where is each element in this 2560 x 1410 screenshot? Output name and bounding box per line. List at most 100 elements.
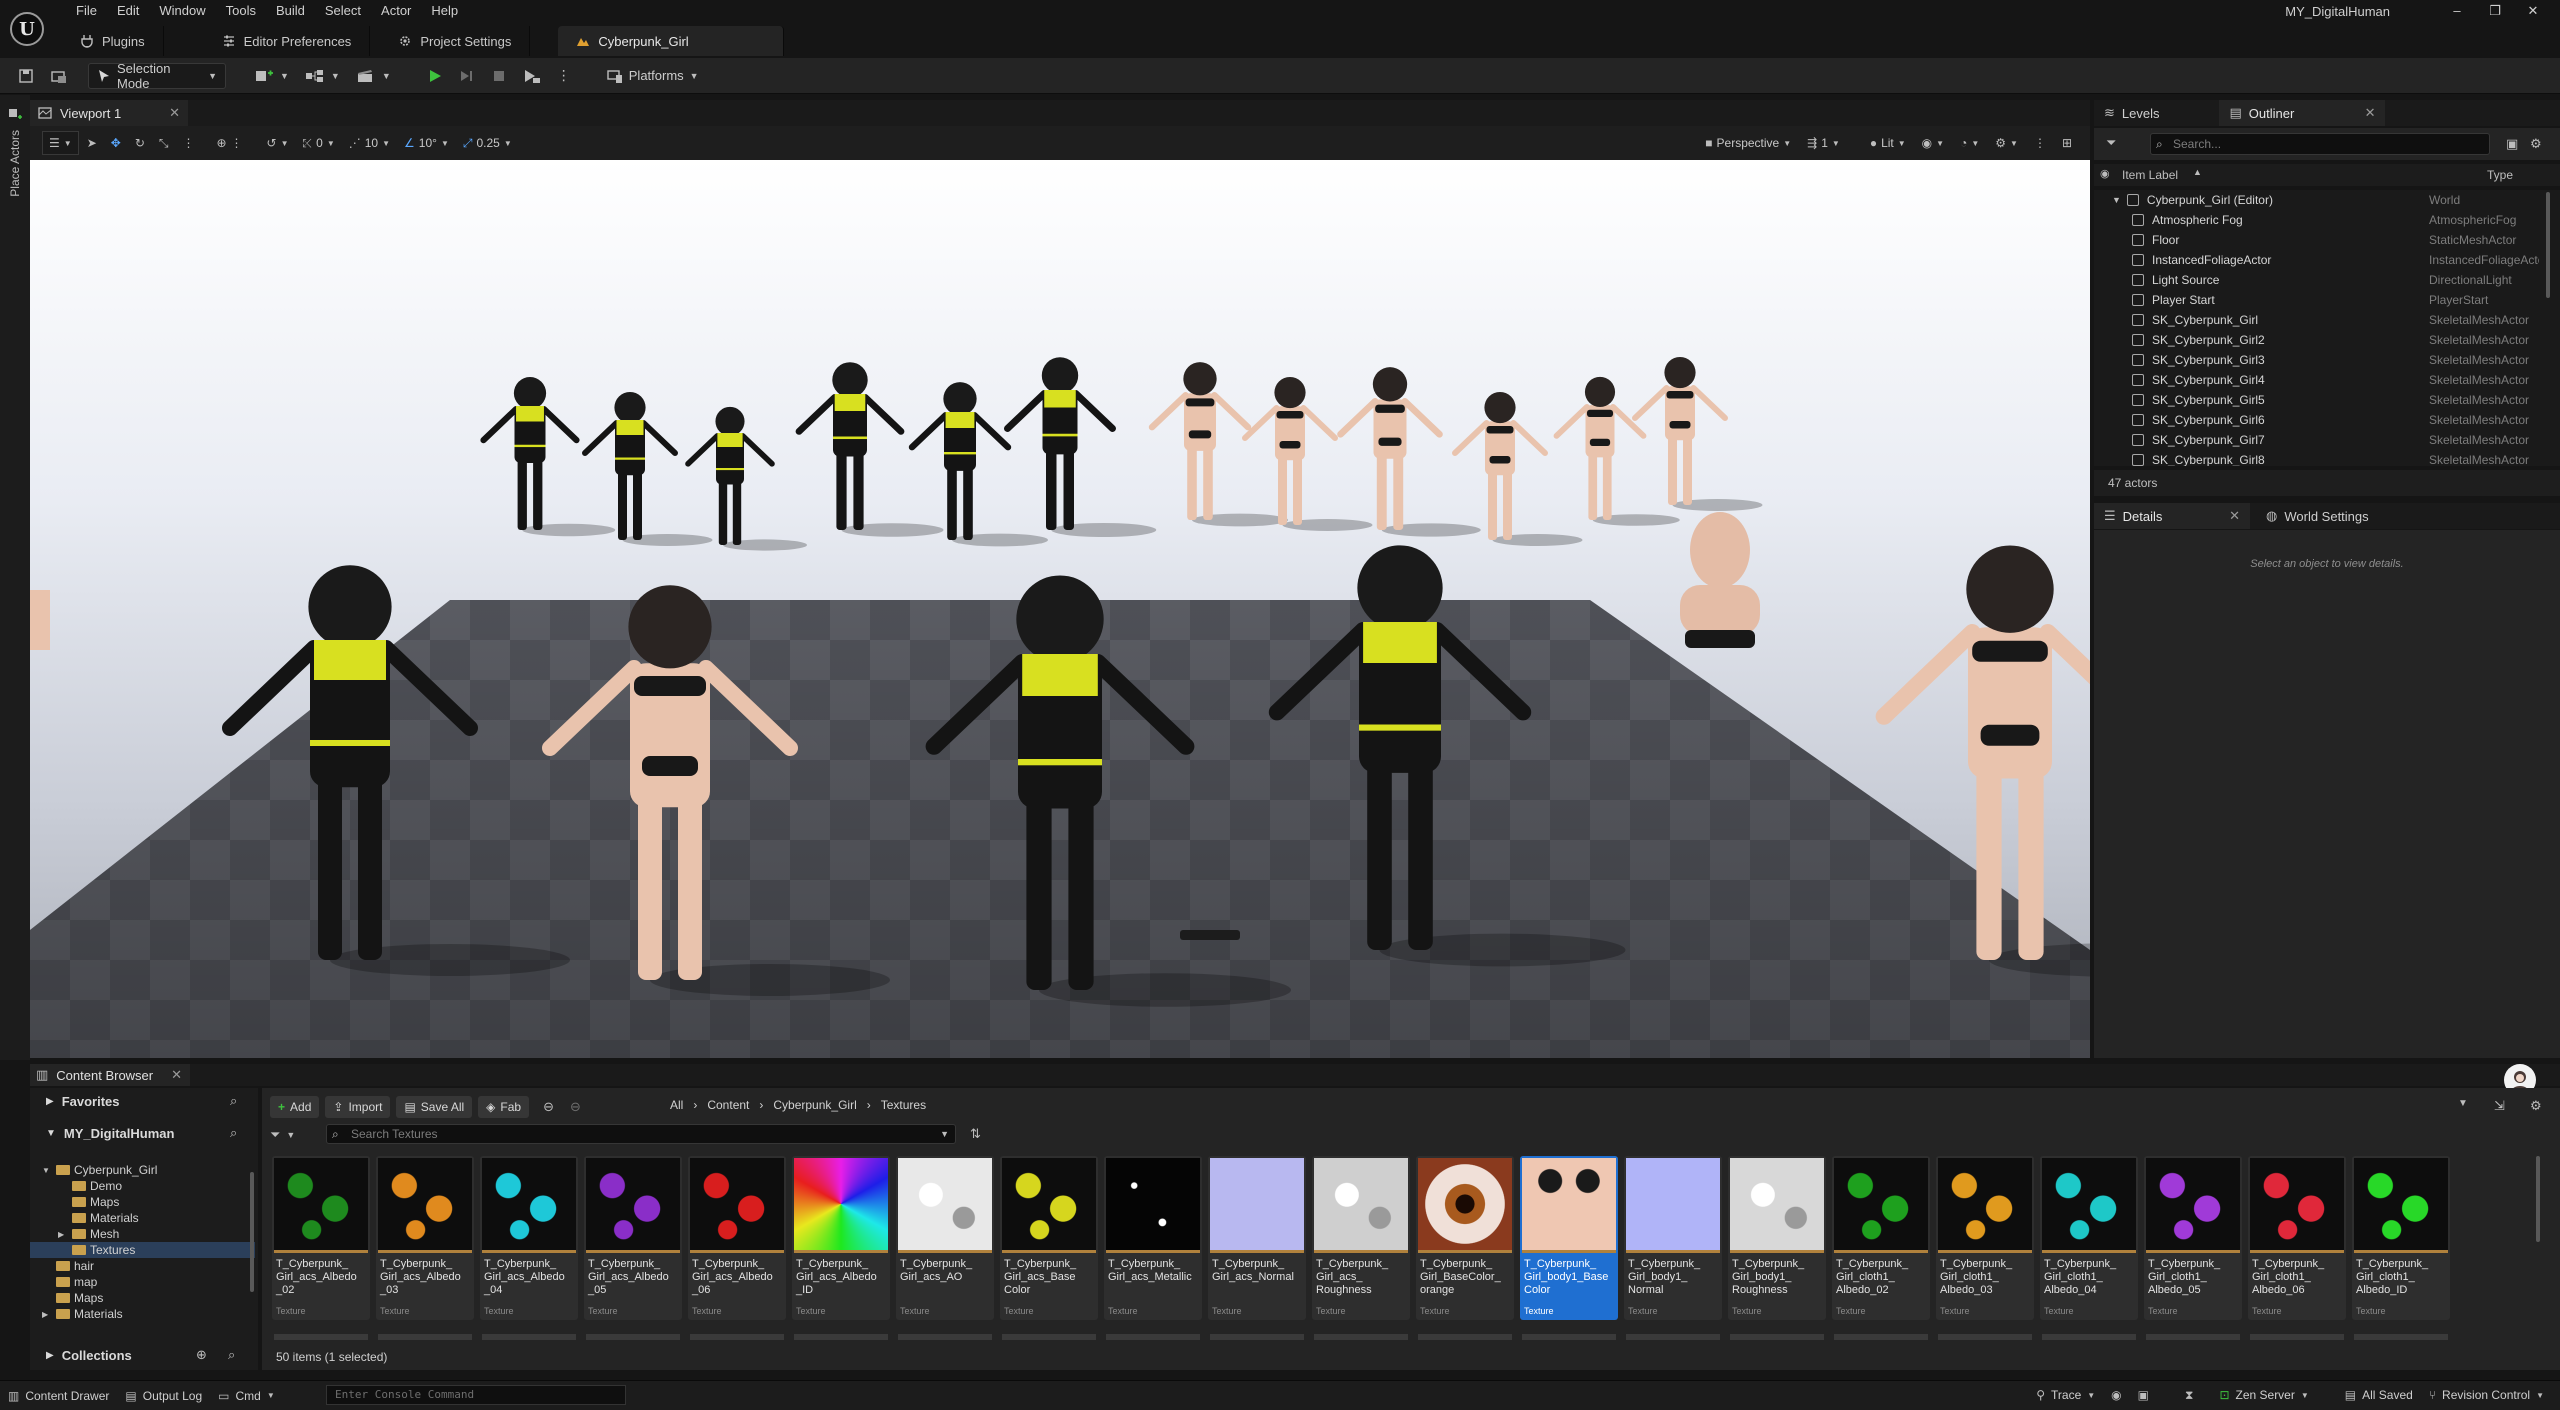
surface-snap-button[interactable]: ↺ ▼ — [261, 131, 295, 155]
chevron-down-icon[interactable]: ▼ — [2458, 1098, 2468, 1109]
revision-control-dropdown[interactable]: ⑂ Revision Control ▼ — [2421, 1380, 2552, 1410]
zen-server-dropdown[interactable]: ⊡ Zen Server ▼ — [2211, 1380, 2316, 1410]
folder-tree-item[interactable]: Demo — [30, 1178, 255, 1194]
close-window-button[interactable]: ✕ — [2514, 0, 2552, 22]
filter-icon[interactable]: ⏷ — [270, 1127, 280, 1143]
stop-button[interactable] — [483, 63, 515, 89]
character-body[interactable] — [1553, 376, 1680, 526]
outliner-row[interactable]: Player Start PlayerStart — [2094, 290, 2540, 310]
eject-button[interactable] — [515, 63, 549, 89]
search-icon[interactable]: ⌕ — [228, 1347, 235, 1363]
output-log-button[interactable]: ▤ Output Log — [117, 1381, 210, 1410]
play-button[interactable] — [419, 63, 451, 89]
outliner-scrollbar[interactable] — [2546, 192, 2550, 298]
add-collection-icon[interactable]: ⊕ — [196, 1347, 207, 1363]
content-drawer-button[interactable]: ▥ Content Drawer — [0, 1381, 117, 1410]
viewport-more-button[interactable]: ⋮ — [2028, 131, 2052, 155]
outliner-row[interactable]: Atmospheric Fog AtmosphericFog — [2094, 210, 2540, 230]
asset-tile[interactable]: T_Cyberpunk_ Girl_cloth1_ Albedo_05 Textu… — [2144, 1156, 2242, 1320]
asset-tile[interactable]: T_Cyberpunk_ Girl_BaseColor_ orange Textu… — [1416, 1156, 1514, 1320]
sort-icon[interactable]: ⇅ — [970, 1126, 981, 1142]
selection-mode-dropdown[interactable]: Selection Mode ▼ — [88, 61, 226, 91]
select-tool-button[interactable]: ➤ — [81, 131, 103, 155]
asset-tile[interactable]: T_Cyberpunk_ Girl_body1_Base Color Textur… — [1520, 1156, 1618, 1320]
viewport-tab[interactable]: Viewport 1 ✕ — [30, 100, 188, 126]
asset-tile[interactable]: T_Cyberpunk_ Girl_acs_AO Texture — [896, 1156, 994, 1320]
col-item-label[interactable]: Item Label — [2122, 168, 2178, 182]
character-suited[interactable] — [685, 406, 807, 551]
asset-tile[interactable]: T_Cyberpunk_ Girl_cloth1_ Albedo_ID Textu… — [2352, 1156, 2450, 1320]
level-viewport[interactable] — [30, 160, 2090, 1058]
chevron-right-icon[interactable]: ▶ — [58, 1230, 68, 1239]
asset-tile[interactable]: T_Cyberpunk_ Girl_acs_Metallic Texture — [1104, 1156, 1202, 1320]
outliner-row[interactable]: SK_Cyberpunk_Girl2 SkeletalMeshActor — [2094, 330, 2540, 350]
settings-dropdown[interactable]: ⚙ ▼ — [1989, 131, 2024, 155]
cmd-dropdown[interactable]: ▭ Cmd ▼ — [210, 1381, 283, 1410]
outliner-row[interactable]: ▼ Cyberpunk_Girl (Editor) World — [2094, 190, 2540, 210]
asset-tile[interactable]: T_Cyberpunk_ Girl_acs_Albedo _ID Texture — [792, 1156, 890, 1320]
outliner-row[interactable]: SK_Cyberpunk_Girl SkeletalMeshActor — [2094, 310, 2540, 330]
menu-edit[interactable]: Edit — [107, 0, 149, 22]
translate-tool-button[interactable]: ✥ — [105, 131, 127, 155]
asset-search-input[interactable]: ⌕ Search Textures ▼ — [326, 1124, 956, 1144]
asset-tile[interactable]: T_Cyberpunk_ Girl_cloth1_ Albedo_02 Textu… — [1832, 1156, 1930, 1320]
menu-tools[interactable]: Tools — [216, 0, 266, 22]
save-all-button[interactable]: ▤ Save All — [396, 1096, 473, 1118]
menu-actor[interactable]: Actor — [371, 0, 421, 22]
outliner-row[interactable]: SK_Cyberpunk_Girl7 SkeletalMeshActor — [2094, 430, 2540, 450]
tool-options-button[interactable]: ⋮ — [176, 131, 200, 155]
menu-window[interactable]: Window — [149, 0, 215, 22]
gear-icon[interactable]: ⚙ — [2530, 136, 2542, 152]
asset-tile[interactable]: T_Cyberpunk_ Girl_acs_Albedo _05 Texture — [584, 1156, 682, 1320]
history-forward-icon[interactable]: ⊖ — [570, 1099, 581, 1115]
project-section[interactable]: ▼ MY_DigitalHuman — [30, 1120, 258, 1146]
unreal-logo-icon[interactable]: U — [10, 12, 44, 46]
character-body[interactable] — [1148, 362, 1288, 527]
folder-tree-item[interactable]: Materials — [30, 1210, 255, 1226]
folder-tree-item[interactable]: map — [30, 1274, 255, 1290]
close-icon[interactable]: ✕ — [171, 1067, 182, 1083]
collections-section[interactable]: ▶ Collections — [30, 1342, 258, 1368]
outliner-row[interactable]: SK_Cyberpunk_Girl4 SkeletalMeshActor — [2094, 370, 2540, 390]
chevron-right-icon[interactable]: ▶ — [42, 1310, 52, 1319]
rotate-tool-button[interactable]: ↻ — [129, 131, 151, 155]
outliner-row[interactable]: Light Source DirectionalLight — [2094, 270, 2540, 290]
character-suited[interactable] — [795, 362, 944, 537]
favorites-section[interactable]: ▶ Favorites — [30, 1088, 258, 1114]
menu-build[interactable]: Build — [266, 0, 315, 22]
save-button[interactable] — [10, 63, 42, 89]
view-mode-dropdown[interactable]: ● Lit ▼ — [1864, 131, 1912, 155]
add-actor-button[interactable]: ▼ — [246, 63, 297, 89]
outliner-row[interactable]: SK_Cyberpunk_Girl8 SkeletalMeshActor — [2094, 450, 2540, 466]
perspective-dropdown[interactable]: ■ Perspective ▼ — [1699, 131, 1797, 155]
search-icon[interactable]: ⌕ — [230, 1125, 237, 1141]
col-type[interactable]: Type — [2487, 168, 2513, 182]
menu-select[interactable]: Select — [315, 0, 371, 22]
breadcrumb-textures[interactable]: Textures — [881, 1098, 926, 1112]
menu-help[interactable]: Help — [421, 0, 468, 22]
dock-icon[interactable]: ⇲ — [2494, 1098, 2505, 1114]
asset-tile[interactable]: T_Cyberpunk_ Girl_acs_Albedo _03 Texture — [376, 1156, 474, 1320]
close-icon[interactable]: ✕ — [2365, 105, 2376, 121]
character-partial[interactable] — [30, 590, 50, 650]
outliner-row[interactable]: InstancedFoliageActor InstancedFoliageAct… — [2094, 250, 2540, 270]
camera-speed-dropdown[interactable]: ⇶ 1 ▼ — [1801, 131, 1846, 155]
layout-button[interactable]: ⊞ — [2056, 131, 2078, 155]
snap-toggle-button[interactable]: ⤪ 0 ▼ — [297, 131, 341, 155]
trace-dropdown[interactable]: ⚲ Trace ▼ — [2028, 1380, 2103, 1410]
outliner-row[interactable]: SK_Cyberpunk_Girl5 SkeletalMeshActor — [2094, 390, 2540, 410]
tab-project-settings[interactable]: Project Settings — [380, 26, 531, 56]
cinematics-button[interactable]: ▼ — [348, 63, 399, 89]
asset-tile[interactable]: T_Cyberpunk_ Girl_acs_Normal Texture — [1208, 1156, 1306, 1320]
scale-snap-button[interactable]: ⤢ 0.25 ▼ — [457, 131, 518, 155]
character-body[interactable] — [1452, 391, 1583, 546]
console-input[interactable]: Enter Console Command — [326, 1385, 626, 1405]
breadcrumb-cyberpunk-girl[interactable]: Cyberpunk_Girl — [773, 1098, 856, 1112]
folder-tree-item[interactable]: hair — [30, 1258, 255, 1274]
import-button[interactable]: ⇪ Import — [325, 1096, 391, 1118]
fab-button[interactable]: ◈ Fab — [478, 1096, 530, 1118]
breadcrumb-all[interactable]: All — [670, 1098, 683, 1112]
weapon-prop[interactable] — [1180, 930, 1240, 940]
add-folder-icon[interactable]: ▣ — [2506, 136, 2518, 152]
outliner-search-input[interactable]: ⌕ Search... — [2150, 133, 2490, 155]
